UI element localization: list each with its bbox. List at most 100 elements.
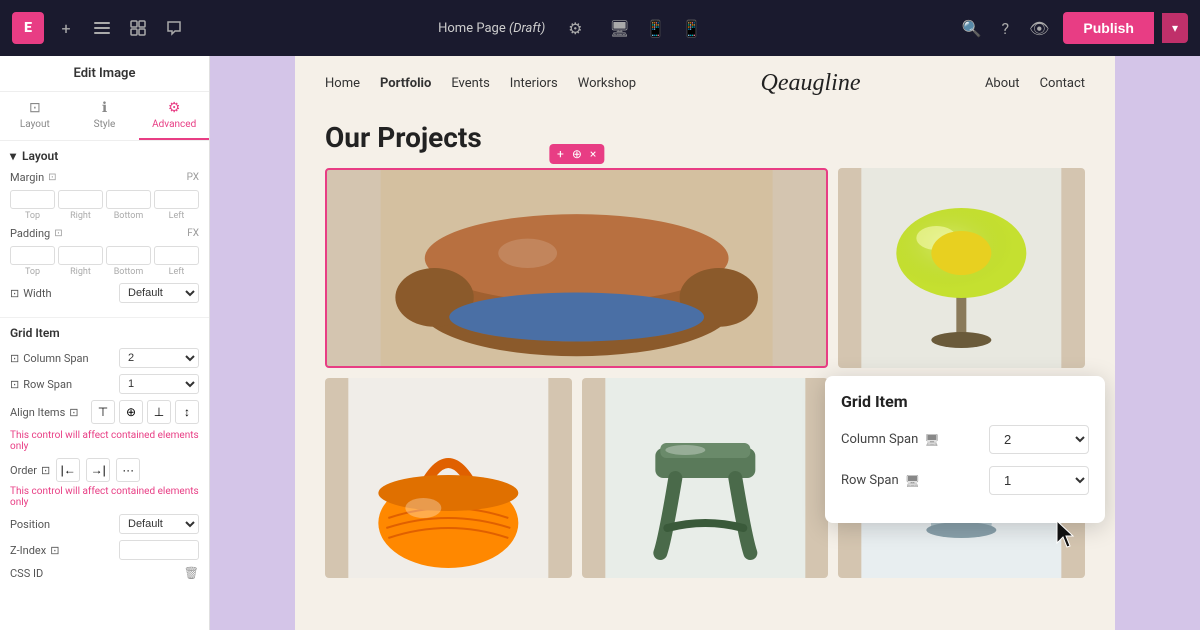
padding-left-label: Left <box>154 267 199 277</box>
z-index-label: Z-Index ⊡ <box>10 544 59 557</box>
grid-item-popover: Grid Item Column Span 🖥 2 1 3 Row Span <box>825 376 1105 523</box>
margin-inputs <box>10 190 199 209</box>
padding-label: Padding ⊡ <box>10 227 63 240</box>
grid-item-panel-title: Grid Item <box>10 326 199 340</box>
tablet-icon[interactable]: 📱 <box>642 15 670 42</box>
stool-image <box>582 378 829 578</box>
advanced-tab-icon: ⚙ <box>168 100 181 116</box>
topbar-right: 🔍 ? 👁 Publish ▾ <box>956 12 1188 44</box>
widgets-icon[interactable] <box>124 14 152 42</box>
margin-labels: Top Right Bottom Left <box>10 211 199 221</box>
z-index-icon: ⊡ <box>50 544 59 557</box>
projects-section: Our Projects + ⊕ × <box>295 111 1115 598</box>
desktop-icon[interactable]: 🖥 <box>605 15 633 42</box>
popover-title: Grid Item <box>841 392 1089 411</box>
padding-bottom-label: Bottom <box>106 267 151 277</box>
padding-bottom-input[interactable] <box>106 246 151 265</box>
padding-top-input[interactable] <box>10 246 55 265</box>
row-span-icon: ⊡ <box>10 378 19 391</box>
popover-row-span-select[interactable]: 1 2 3 <box>989 466 1089 495</box>
help-icon[interactable]: ? <box>996 13 1016 44</box>
padding-right-input[interactable] <box>58 246 103 265</box>
add-icon[interactable]: + <box>52 14 80 42</box>
row-span-select[interactable]: 1 <box>119 374 199 394</box>
align-end-btn[interactable]: ⊥ <box>147 400 171 424</box>
column-span-label: ⊡ Column Span <box>10 352 89 365</box>
layers-icon[interactable] <box>88 14 116 42</box>
z-index-input[interactable] <box>119 540 199 560</box>
nav-events[interactable]: Events <box>451 76 489 91</box>
align-buttons: ⊤ ⊕ ⊥ ↕ <box>91 400 199 424</box>
order-custom-btn[interactable]: ··· <box>116 458 140 482</box>
popover-column-span-label: Column Span 🖥 <box>841 432 940 447</box>
topbar: E + Home Home Page (Draft) ⚙ 🖥 📱 📱 🔍 ? 👁… <box>0 0 1200 56</box>
order-last-btn[interactable]: →| <box>86 458 110 482</box>
padding-top-label: Top <box>10 267 55 277</box>
margin-top-input[interactable] <box>10 190 55 209</box>
z-index-row: Z-Index ⊡ <box>10 540 199 560</box>
lamp-image <box>838 168 1085 368</box>
column-span-icon: ⊡ <box>10 352 19 365</box>
grid-item-sofa[interactable]: + ⊕ × <box>325 168 828 368</box>
padding-labels: Top Right Bottom Left <box>10 267 199 277</box>
css-id-delete-icon[interactable]: 🗑 <box>184 566 199 580</box>
tab-advanced-label: Advanced <box>152 119 196 130</box>
layout-section-arrow: ▾ <box>10 149 16 163</box>
nav-about[interactable]: About <box>985 76 1020 91</box>
layout-section-header[interactable]: ▾ Layout <box>10 149 199 163</box>
tab-advanced[interactable]: ⚙ Advanced <box>139 92 209 140</box>
order-row: Order ⊡ |← →| ··· <box>10 458 199 482</box>
nav-home[interactable]: Home <box>325 76 360 91</box>
align-start-btn[interactable]: ⊤ <box>91 400 115 424</box>
sofa-image <box>325 168 828 368</box>
margin-right-input[interactable] <box>58 190 103 209</box>
nav-portfolio[interactable]: Portfolio <box>380 76 431 91</box>
overlay-close-icon: × <box>590 147 596 161</box>
padding-left-input[interactable] <box>154 246 199 265</box>
nav-interiors[interactable]: Interiors <box>510 76 558 91</box>
popover-column-monitor-icon: 🖥 <box>924 433 939 447</box>
padding-inputs <box>10 246 199 265</box>
popover-row-span-row: Row Span 🖥 1 2 3 <box>841 466 1089 495</box>
align-center-btn[interactable]: ⊕ <box>119 400 143 424</box>
margin-bottom-input[interactable] <box>106 190 151 209</box>
nav-contact[interactable]: Contact <box>1040 76 1085 91</box>
topbar-left: E + <box>12 12 188 44</box>
elementor-logo[interactable]: E <box>12 12 44 44</box>
overlay-move-icon: ⊕ <box>572 147 582 161</box>
publish-dropdown-button[interactable]: ▾ <box>1162 13 1188 43</box>
search-icon[interactable]: 🔍 <box>956 13 988 44</box>
row-span-label: ⊡ Row Span <box>10 378 72 391</box>
margin-left-input[interactable] <box>154 190 199 209</box>
mobile-icon[interactable]: 📱 <box>678 15 706 42</box>
row-span-row: ⊡ Row Span 1 <box>10 374 199 394</box>
panel-tabs: ⊡ Layout ℹ Style ⚙ Advanced <box>0 92 209 141</box>
preview-icon[interactable]: 👁 <box>1023 13 1055 44</box>
margin-field-row: Margin ⊡ PX <box>10 171 199 184</box>
align-stretch-btn[interactable]: ↕ <box>175 400 199 424</box>
grid-item-basket[interactable] <box>325 378 572 578</box>
margin-left-label: Left <box>154 211 199 221</box>
width-select[interactable]: Default <box>119 283 199 303</box>
nav-workshop[interactable]: Workshop <box>578 76 636 91</box>
css-id-label: CSS ID <box>10 567 43 580</box>
publish-button[interactable]: Publish <box>1063 12 1154 44</box>
grid-item-lamp[interactable] <box>838 168 1085 368</box>
nav-right: About Contact <box>985 76 1085 91</box>
margin-unit: PX <box>187 172 199 183</box>
padding-unit: FX <box>187 228 199 239</box>
popover-column-span-select[interactable]: 2 1 3 <box>989 425 1089 454</box>
position-select[interactable]: Default <box>119 514 199 534</box>
width-row: ⊡ Width Default <box>10 283 199 303</box>
grid-item-stool[interactable] <box>582 378 829 578</box>
tab-style[interactable]: ℹ Style <box>70 92 140 140</box>
page-settings-icon[interactable]: ⚙ <box>561 14 589 42</box>
column-span-row: ⊡ Column Span 2 <box>10 348 199 368</box>
tab-layout-label: Layout <box>20 119 50 130</box>
main-area: Edit Image ⊡ Layout ℹ Style ⚙ Advanced ▾… <box>0 56 1200 630</box>
column-span-select[interactable]: 2 <box>119 348 199 368</box>
position-label: Position <box>10 518 50 531</box>
comment-icon[interactable] <box>160 14 188 42</box>
tab-layout[interactable]: ⊡ Layout <box>0 92 70 140</box>
order-first-btn[interactable]: |← <box>56 458 80 482</box>
